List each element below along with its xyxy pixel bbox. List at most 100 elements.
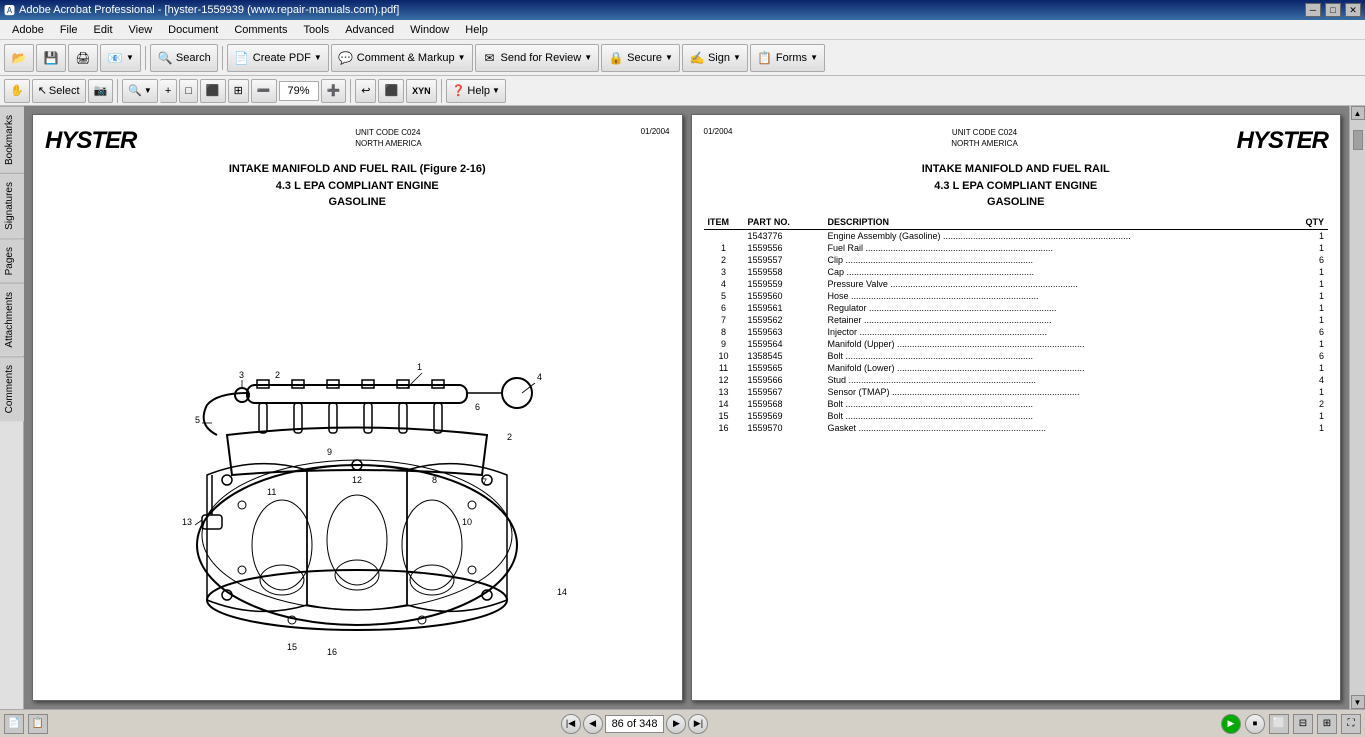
send-review-btn[interactable]: ✉ Send for Review ▼ bbox=[475, 44, 600, 72]
scroll-up-btn[interactable]: ▲ bbox=[1351, 106, 1365, 120]
fit-width-btn[interactable]: ⬛ bbox=[200, 79, 226, 103]
parts-table: ITEM PART NO. DESCRIPTION QTY 1543776 En… bbox=[704, 215, 1329, 434]
zoom-minus-btn[interactable]: ➖ bbox=[251, 79, 277, 103]
right-unit-info: UNIT CODE C024 NORTH AMERICA bbox=[951, 127, 1018, 149]
fit-window-btn[interactable]: ⬜ bbox=[1269, 714, 1289, 734]
table-row: 2 1559557 Clip .........................… bbox=[704, 254, 1329, 266]
fit-page-btn[interactable]: □ bbox=[179, 79, 198, 103]
left-unit-info: UNIT CODE C024 NORTH AMERICA bbox=[355, 127, 422, 149]
scroll-down-btn[interactable]: ▼ bbox=[1351, 695, 1365, 709]
part-qty: 1 bbox=[1298, 278, 1328, 290]
menu-edit[interactable]: Edit bbox=[86, 21, 121, 39]
full-screen-btn[interactable]: ⛶ bbox=[1341, 714, 1361, 734]
title-line2-right: 4.3 L EPA COMPLIANT ENGINE bbox=[704, 178, 1329, 195]
xyn-btn[interactable]: XYN bbox=[406, 79, 437, 103]
bookmarks-tab[interactable]: Bookmarks bbox=[0, 106, 24, 173]
main-area: Bookmarks Signatures Pages Attachments C… bbox=[0, 106, 1365, 709]
status-bar: 📄 📋 |◀ ◀ 86 of 348 ▶ ▶| ▶ ⏹ ⬜ ⊟ ⊞ ⛶ bbox=[0, 709, 1365, 737]
help-btn[interactable]: ❓ Help ▼ bbox=[446, 79, 506, 103]
next-page-btn[interactable]: ▶ bbox=[666, 714, 686, 734]
snapshot-btn[interactable]: 📷 bbox=[88, 79, 114, 103]
properties-btn[interactable]: 📋 bbox=[28, 714, 48, 734]
scroll-thumb[interactable] bbox=[1353, 130, 1363, 150]
page-thumbnail-btn[interactable]: 📄 bbox=[4, 714, 24, 734]
part-number: 1559557 bbox=[744, 254, 824, 266]
zoom-in-icon: + bbox=[165, 85, 171, 97]
forms-arrow: ▼ bbox=[810, 53, 818, 62]
select-tool-btn[interactable]: ↖ Select bbox=[32, 79, 86, 103]
actual-size-btn[interactable]: ⊞ bbox=[228, 79, 249, 103]
pan-btn[interactable]: ⬛ bbox=[378, 79, 404, 103]
menu-help[interactable]: Help bbox=[457, 21, 496, 39]
play-btn[interactable]: ▶ bbox=[1221, 714, 1241, 734]
zoom-level-btn[interactable]: ⊟ bbox=[1293, 714, 1313, 734]
svg-text:2: 2 bbox=[507, 432, 512, 442]
view-mode-btn[interactable]: ⊞ bbox=[1317, 714, 1337, 734]
minimize-btn[interactable]: ─ bbox=[1305, 3, 1321, 17]
close-btn[interactable]: ✕ bbox=[1345, 3, 1361, 17]
region-left: NORTH AMERICA bbox=[355, 138, 422, 149]
print-btn[interactable]: 🖨 bbox=[68, 44, 98, 72]
sign-btn[interactable]: ✍ Sign ▼ bbox=[682, 44, 748, 72]
title-line2-left: 4.3 L EPA COMPLIANT ENGINE bbox=[45, 178, 670, 195]
part-number: 1559567 bbox=[744, 386, 824, 398]
menu-bar: Adobe File Edit View Document Comments T… bbox=[0, 20, 1365, 40]
zoom-in-btn[interactable]: + bbox=[160, 79, 177, 103]
title-bar: 🅰 Adobe Acrobat Professional - [hyster-1… bbox=[0, 0, 1365, 20]
menu-view[interactable]: View bbox=[121, 21, 161, 39]
search-icon: 🔍 bbox=[157, 50, 173, 66]
part-desc: Gasket .................................… bbox=[824, 422, 1299, 434]
part-qty: 1 bbox=[1298, 290, 1328, 302]
svg-text:5: 5 bbox=[195, 415, 200, 425]
search-label: Search bbox=[176, 52, 211, 64]
search-btn[interactable]: 🔍 Search bbox=[150, 44, 218, 72]
menu-document[interactable]: Document bbox=[160, 21, 226, 39]
prev-page-btn[interactable]: ◀ bbox=[583, 714, 603, 734]
save-btn[interactable]: 💾 bbox=[36, 44, 66, 72]
create-pdf-icon: 📄 bbox=[234, 50, 250, 66]
part-desc: Sensor (TMAP) ..........................… bbox=[824, 386, 1299, 398]
pages-tab[interactable]: Pages bbox=[0, 238, 24, 283]
maximize-btn[interactable]: □ bbox=[1325, 3, 1341, 17]
comment-markup-btn[interactable]: 💬 Comment & Markup ▼ bbox=[331, 44, 473, 72]
email-icon: 📧 bbox=[107, 50, 123, 66]
send-arrow: ▼ bbox=[584, 53, 592, 62]
last-page-btn[interactable]: ▶| bbox=[688, 714, 708, 734]
menu-comments[interactable]: Comments bbox=[226, 21, 295, 39]
first-page-btn[interactable]: |◀ bbox=[561, 714, 581, 734]
hyster-logo-right: HYSTER bbox=[1237, 127, 1328, 155]
menu-file[interactable]: File bbox=[52, 21, 86, 39]
menu-tools[interactable]: Tools bbox=[296, 21, 338, 39]
engine-diagram-svg: 1 2 2 3 4 5 bbox=[127, 225, 587, 685]
part-number: 1559562 bbox=[744, 314, 824, 326]
zoom-out-btn[interactable]: 🔍 ▼ bbox=[122, 79, 158, 103]
create-pdf-btn[interactable]: 📄 Create PDF ▼ bbox=[227, 44, 329, 72]
part-desc: Regulator ..............................… bbox=[824, 302, 1299, 314]
table-row: 15 1559569 Bolt ........................… bbox=[704, 410, 1329, 422]
part-qty: 1 bbox=[1298, 410, 1328, 422]
zoom-plus-btn[interactable]: ➕ bbox=[321, 79, 347, 103]
attachments-tab[interactable]: Attachments bbox=[0, 283, 24, 356]
table-row: 13 1559567 Sensor (TMAP) ...............… bbox=[704, 386, 1329, 398]
svg-text:11: 11 bbox=[267, 487, 276, 497]
part-desc: Stud ...................................… bbox=[824, 374, 1299, 386]
part-desc: Fuel Rail ..............................… bbox=[824, 242, 1299, 254]
menu-adobe[interactable]: Adobe bbox=[4, 21, 52, 39]
comments-tab[interactable]: Comments bbox=[0, 356, 24, 421]
hand-tool-btn[interactable]: ✋ bbox=[4, 79, 30, 103]
menu-window[interactable]: Window bbox=[402, 21, 457, 39]
right-scrollbar[interactable]: ▲ ▼ bbox=[1349, 106, 1365, 709]
part-number: 1559556 bbox=[744, 242, 824, 254]
forms-btn[interactable]: 📋 Forms ▼ bbox=[750, 44, 825, 72]
part-desc: Bolt ...................................… bbox=[824, 398, 1299, 410]
email-btn[interactable]: 📧 ▼ bbox=[100, 44, 141, 72]
menu-advanced[interactable]: Advanced bbox=[337, 21, 402, 39]
table-row: 16 1559570 Gasket ......................… bbox=[704, 422, 1329, 434]
stop-btn[interactable]: ⏹ bbox=[1245, 714, 1265, 734]
rotate-btn[interactable]: ↩ bbox=[355, 79, 376, 103]
open-file-btn[interactable]: 📂 bbox=[4, 44, 34, 72]
right-page-title: INTAKE MANIFOLD AND FUEL RAIL 4.3 L EPA … bbox=[704, 161, 1329, 211]
signatures-tab[interactable]: Signatures bbox=[0, 173, 24, 238]
secure-btn[interactable]: 🔒 Secure ▼ bbox=[601, 44, 680, 72]
zoom-input[interactable]: 79% bbox=[279, 81, 319, 101]
